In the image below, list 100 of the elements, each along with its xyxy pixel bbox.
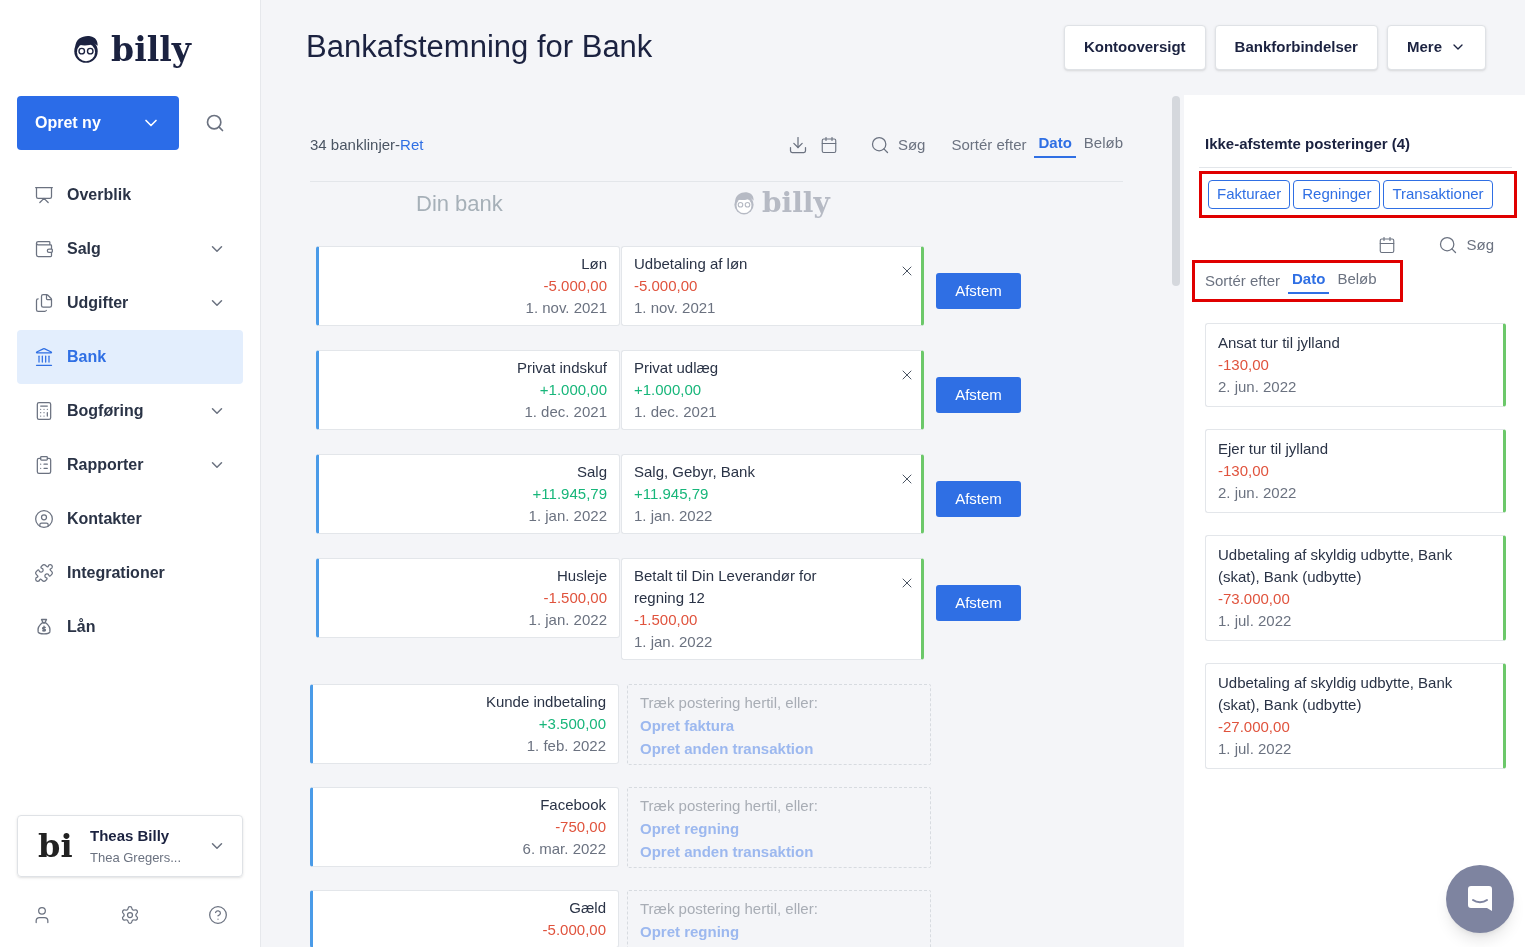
nav-item[interactable]: Lån xyxy=(17,600,243,654)
puzzle-icon xyxy=(34,563,54,583)
bank-line-name: Gæld xyxy=(569,898,606,918)
help-icon[interactable] xyxy=(208,905,228,925)
entry-amount: -1.500,00 xyxy=(634,610,699,630)
nav-item[interactable]: Rapporter xyxy=(17,438,243,492)
nav-item[interactable]: Salg xyxy=(17,222,243,276)
chat-button[interactable] xyxy=(1446,865,1514,933)
entry-description: Udbetaling af skyldig udbytte, Bank (skat), Bank (udbytte) xyxy=(1218,673,1454,715)
bank-line-name: Privat indskuf xyxy=(516,358,607,378)
unreconciled-entry-card[interactable]: Ansat tur til jylland -130,00 2. jun. 2022 xyxy=(1205,323,1506,407)
nav-item[interactable]: Bank xyxy=(17,330,243,384)
bank-line-date: 1. jan. 2022 xyxy=(528,506,607,526)
sort-label: Sortér efter xyxy=(1205,270,1281,291)
clipboard-icon xyxy=(34,455,54,475)
bank-line-name: Facebook xyxy=(540,795,606,815)
reconcile-button[interactable]: Afstem xyxy=(936,377,1021,413)
sort-tab[interactable]: Dato xyxy=(1034,131,1076,159)
entry-description: Salg, Gebyr, Bank xyxy=(634,462,756,482)
header-button[interactable]: Bankforbindelser xyxy=(1214,24,1378,70)
unreconciled-entry-card[interactable]: Udbetaling af skyldig udbytte, Bank (skat), Bank (udbytte) -73.000,00 1. jul. 2022 xyxy=(1205,535,1506,641)
bank-line-amount: -5.000,00 xyxy=(542,920,606,940)
nav-item[interactable]: Udgifter xyxy=(17,276,243,330)
unreconciled-entry-card[interactable]: Ejer tur til jylland -130,00 2. jun. 2022 xyxy=(1205,429,1506,513)
filter-button[interactable]: Fakturaer xyxy=(1208,179,1291,209)
unreconciled-entry-card[interactable]: Udbetaling af skyldig udbytte, Bank (skat), Bank (udbytte) -27.000,00 1. jul. 2022 xyxy=(1205,663,1506,769)
reconcile-button[interactable]: Afstem xyxy=(936,273,1021,309)
entry-amount: +11.945,79 xyxy=(634,484,710,504)
entry-date: 1. nov. 2021 xyxy=(634,298,717,318)
entry-date: 1. jan. 2022 xyxy=(634,506,714,526)
entry-amount: -27.000,00 xyxy=(1218,717,1291,737)
entry-description: Udbetaling af skyldig udbytte, Bank (skat), Bank (udbytte) xyxy=(1218,545,1454,587)
entry-date: 2. jun. 2022 xyxy=(1218,483,1298,503)
entry-amount: -130,00 xyxy=(1218,461,1270,481)
nav-item[interactable]: Integrationer xyxy=(17,546,243,600)
entry-date: 1. dec. 2021 xyxy=(634,402,718,422)
filter-button[interactable]: Regninger xyxy=(1293,179,1381,209)
reconcile-button[interactable]: Afstem xyxy=(936,481,1021,517)
company-switcher[interactable]: bi Theas Billy Thea Gregers... xyxy=(17,815,243,877)
entry-description: Udbetaling af løn xyxy=(634,254,749,274)
bank-line-date: 1. jan. 2022 xyxy=(528,610,607,630)
scrollbar[interactable] xyxy=(1172,96,1180,286)
sort-label: Sortér efter xyxy=(951,134,1027,155)
drop-hint: Træk postering hertil, eller: xyxy=(640,693,818,713)
column-heading: billy xyxy=(762,185,830,221)
entry-description: Ansat tur til jylland xyxy=(1218,333,1341,353)
filter-button[interactable]: Transaktioner xyxy=(1383,179,1493,209)
entry-date: 1. jul. 2022 xyxy=(1218,611,1293,631)
bank-line-amount: -5.000,00 xyxy=(543,276,607,296)
documents-icon xyxy=(34,293,54,313)
sort-tab[interactable]: Beløb xyxy=(1083,131,1123,159)
download-icon[interactable] xyxy=(787,135,808,155)
panel-title: Ikke-afstemte posteringer (4) xyxy=(1199,133,1512,168)
search-icon[interactable] xyxy=(205,113,225,133)
sort-tab[interactable]: Dato xyxy=(1288,267,1330,295)
matched-entry-card[interactable]: Salg, Gebyr, Bank +11.945,79 1. jan. 2022 xyxy=(621,454,924,534)
nav-item[interactable]: Bogføring xyxy=(17,384,243,438)
bank-line-amount: -750,00 xyxy=(555,817,606,837)
bank-building-icon xyxy=(34,347,54,367)
header-button[interactable]: Mere xyxy=(1386,24,1486,70)
entry-amount: -73.000,00 xyxy=(1218,589,1291,609)
bank-line-card[interactable]: Salg +11.945,79 1. jan. 2022 xyxy=(316,454,620,534)
user-name: Thea Gregers... xyxy=(90,848,183,867)
header-button[interactable]: Kontooversigt xyxy=(1063,24,1206,70)
bank-line-card[interactable]: Kunde indbetaling +3.500,00 1. feb. 2022 xyxy=(310,684,619,764)
sort-tab[interactable]: Beløb xyxy=(1337,267,1377,295)
create-new-button[interactable]: Opret ny xyxy=(17,96,179,150)
search-icon xyxy=(869,135,890,155)
entry-description: Ejer tur til jylland xyxy=(1218,439,1330,459)
entry-amount: +1.000,00 xyxy=(634,380,703,400)
search-button[interactable]: Søg xyxy=(1438,233,1494,256)
matched-entry-card[interactable]: Privat udlæg +1.000,00 1. dec. 2021 xyxy=(621,350,924,430)
entry-date: 2. jun. 2022 xyxy=(1218,377,1298,397)
drop-hint: Træk postering hertil, eller: xyxy=(640,796,818,816)
bank-line-amount: +3.500,00 xyxy=(538,714,606,734)
search-button[interactable]: Søg xyxy=(869,133,926,157)
wallet-icon xyxy=(34,239,54,259)
calendar-icon[interactable] xyxy=(819,136,838,154)
bank-line-card[interactable]: Gæld -5.000,00 xyxy=(310,890,619,947)
bank-line-card[interactable]: Husleje -1.500,00 1. jan. 2022 xyxy=(316,558,620,638)
nav-item[interactable]: Overblik xyxy=(17,168,243,222)
bank-line-card[interactable]: Facebook -750,00 6. mar. 2022 xyxy=(310,787,619,867)
bank-line-card[interactable]: Privat indskuf +1.000,00 1. dec. 2021 xyxy=(316,350,620,430)
entry-amount: -130,00 xyxy=(1218,355,1270,375)
entry-date: 1. jul. 2022 xyxy=(1218,739,1293,759)
bank-line-name: Husleje xyxy=(556,566,607,586)
settings-icon[interactable] xyxy=(120,905,140,925)
drop-hint: Træk postering hertil, eller: xyxy=(640,899,818,919)
matched-entry-card[interactable]: Betalt til Din Leverandør for regning 12 -1.500,00 1. jan. 2022 xyxy=(621,558,924,660)
edit-link[interactable]: Ret xyxy=(400,133,424,157)
calendar-icon[interactable] xyxy=(1378,235,1397,254)
reconcile-button[interactable]: Afstem xyxy=(936,585,1021,621)
matched-entry-card[interactable]: Udbetaling af løn -5.000,00 1. nov. 2021 xyxy=(621,246,924,326)
bank-line-card[interactable]: Løn -5.000,00 1. nov. 2021 xyxy=(316,246,620,326)
contact-icon xyxy=(34,509,54,529)
bank-line-amount: +11.945,79 xyxy=(532,484,607,504)
entry-description: Betalt til Din Leverandør for regning 12 xyxy=(634,566,818,608)
nav-item[interactable]: Kontakter xyxy=(17,492,243,546)
bank-line-amount: +1.000,00 xyxy=(539,380,607,400)
entry-amount: -5.000,00 xyxy=(634,276,699,296)
